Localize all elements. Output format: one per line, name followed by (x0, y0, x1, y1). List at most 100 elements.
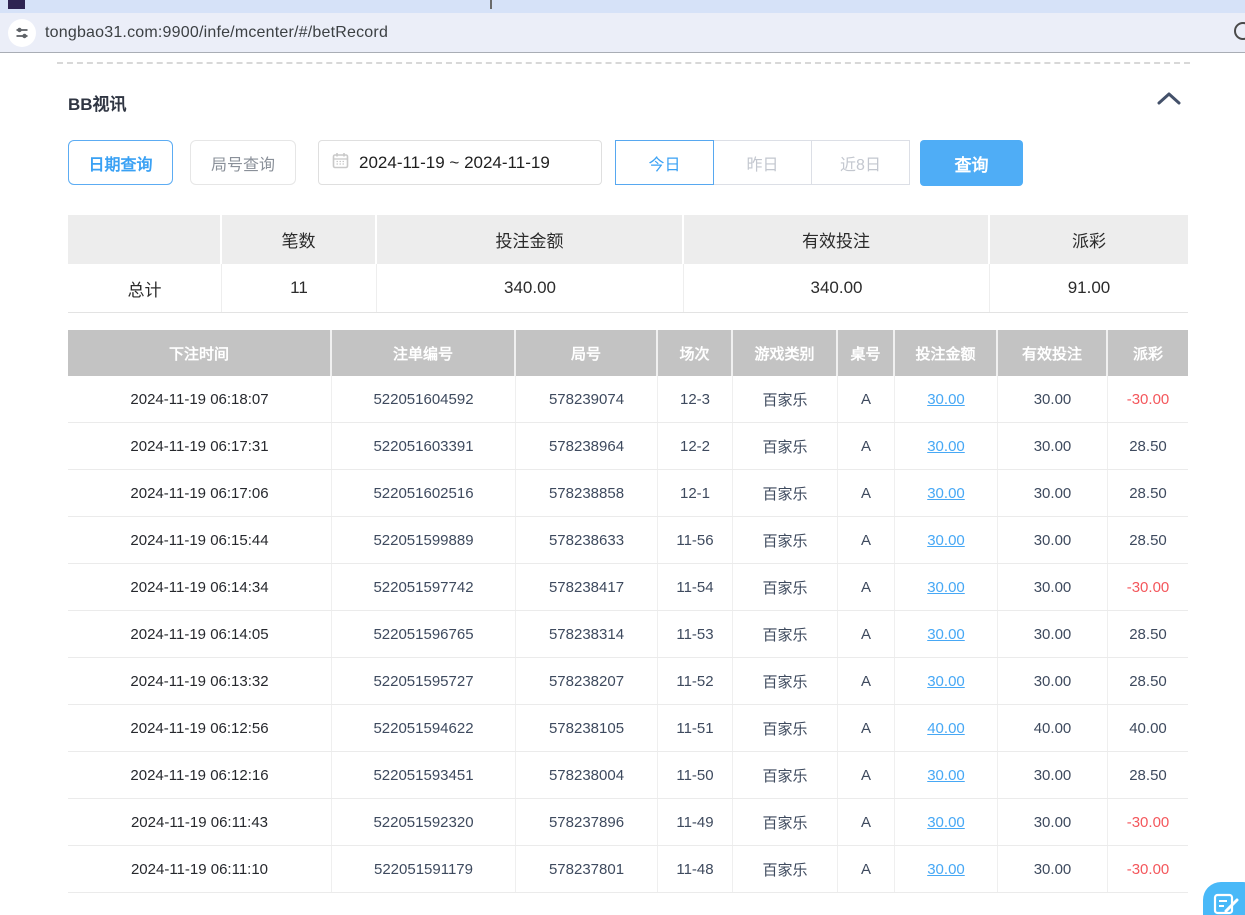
table-row: 2024-11-19 06:12:16522051593451578238004… (68, 752, 1188, 799)
round-no-cell: 578238633 (516, 517, 658, 563)
bet-time-cell: 2024-11-19 06:13:32 (68, 658, 332, 704)
summary-value-cell: 91.00 (990, 264, 1188, 312)
bet-amount-link[interactable]: 30.00 (895, 376, 998, 422)
page-title: BB视讯 (68, 90, 127, 115)
table-row: 2024-11-19 06:15:44522051599889578238633… (68, 517, 1188, 564)
bet-time-cell: 2024-11-19 06:15:44 (68, 517, 332, 563)
table-no-cell: A (838, 752, 895, 798)
valid-bet-cell: 30.00 (998, 799, 1108, 845)
session-cell: 11-56 (658, 517, 733, 563)
quick-range-group: 今日昨日近8日 (615, 140, 910, 185)
date-range-picker[interactable]: 2024-11-19 ~ 2024-11-19 (318, 140, 602, 185)
bet-id-cell: 522051593451 (332, 752, 516, 798)
round-no-cell: 578238207 (516, 658, 658, 704)
valid-bet-cell: 40.00 (998, 705, 1108, 751)
game-type-cell: 百家乐 (733, 517, 838, 563)
table-row: 2024-11-19 06:17:06522051602516578238858… (68, 470, 1188, 517)
date-query-button[interactable]: 日期查询 (68, 140, 173, 185)
payout-cell: 40.00 (1108, 705, 1188, 751)
bet-amount-link[interactable]: 30.00 (895, 658, 998, 704)
summary-header-row: 笔数投注金额有效投注派彩 (68, 215, 1188, 264)
summary-value-cell: 340.00 (684, 264, 990, 312)
bet-amount-link[interactable]: 30.00 (895, 470, 998, 516)
table-no-cell: A (838, 376, 895, 422)
bet-amount-link[interactable]: 30.00 (895, 752, 998, 798)
bet-id-cell: 522051596765 (332, 611, 516, 657)
summary-header-cell: 笔数 (222, 215, 377, 264)
payout-cell: 28.50 (1108, 658, 1188, 704)
column-header-payout: 派彩 (1108, 330, 1188, 376)
table-no-cell: A (838, 611, 895, 657)
summary-value-cell: 总计 (68, 264, 222, 312)
game-type-cell: 百家乐 (733, 799, 838, 845)
bet-id-cell: 522051599889 (332, 517, 516, 563)
table-no-cell: A (838, 470, 895, 516)
game-type-cell: 百家乐 (733, 376, 838, 422)
address-bar[interactable]: tongbao31.com:9900/infe/mcenter/#/betRec… (0, 13, 1245, 53)
feedback-widget[interactable] (1203, 882, 1245, 915)
table-row: 2024-11-19 06:17:31522051603391578238964… (68, 423, 1188, 470)
chevron-up-icon (1157, 92, 1181, 110)
valid-bet-cell: 30.00 (998, 470, 1108, 516)
game-type-cell: 百家乐 (733, 846, 838, 892)
bet-amount-link[interactable]: 30.00 (895, 846, 998, 892)
game-type-cell: 百家乐 (733, 423, 838, 469)
payout-cell: -30.00 (1108, 799, 1188, 845)
quick-range-today-active[interactable]: 今日 (615, 140, 714, 185)
game-type-cell: 百家乐 (733, 611, 838, 657)
summary-header-cell: 派彩 (990, 215, 1188, 264)
address-bar-right-icon[interactable] (1234, 22, 1245, 40)
valid-bet-cell: 30.00 (998, 658, 1108, 704)
table-no-cell: A (838, 846, 895, 892)
session-cell: 11-52 (658, 658, 733, 704)
bet-time-cell: 2024-11-19 06:14:34 (68, 564, 332, 610)
round-query-button[interactable]: 局号查询 (190, 140, 296, 185)
valid-bet-cell: 30.00 (998, 846, 1108, 892)
table-row: 2024-11-19 06:14:05522051596765578238314… (68, 611, 1188, 658)
session-cell: 12-2 (658, 423, 733, 469)
collapse-button[interactable] (1152, 88, 1186, 114)
column-header-session: 场次 (658, 330, 733, 376)
bet-amount-link[interactable]: 30.00 (895, 517, 998, 563)
browser-tab-strip (0, 0, 1245, 13)
bet-time-cell: 2024-11-19 06:11:10 (68, 846, 332, 892)
bet-time-cell: 2024-11-19 06:11:43 (68, 799, 332, 845)
round-no-cell: 578238858 (516, 470, 658, 516)
table-row: 2024-11-19 06:12:56522051594622578238105… (68, 705, 1188, 752)
calendar-icon (332, 152, 349, 174)
bet-amount-link[interactable]: 30.00 (895, 423, 998, 469)
bet-amount-link[interactable]: 30.00 (895, 799, 998, 845)
search-button[interactable]: 查询 (920, 140, 1023, 186)
bet-amount-link[interactable]: 30.00 (895, 611, 998, 657)
table-header-row: 下注时间注单编号局号场次游戏类别桌号投注金额有效投注派彩 (68, 330, 1188, 376)
table-no-cell: A (838, 517, 895, 563)
bet-time-cell: 2024-11-19 06:18:07 (68, 376, 332, 422)
column-header-valid-bet: 有效投注 (998, 330, 1108, 376)
game-type-cell: 百家乐 (733, 705, 838, 751)
valid-bet-cell: 30.00 (998, 376, 1108, 422)
round-no-cell: 578237801 (516, 846, 658, 892)
round-no-cell: 578237896 (516, 799, 658, 845)
summary-table: 笔数投注金额有效投注派彩 总计11340.00340.0091.00 (68, 215, 1188, 313)
quick-range-option[interactable]: 近8日 (811, 140, 910, 185)
session-cell: 12-1 (658, 470, 733, 516)
bet-time-cell: 2024-11-19 06:14:05 (68, 611, 332, 657)
bet-record-table: 下注时间注单编号局号场次游戏类别桌号投注金额有效投注派彩 2024-11-19 … (68, 330, 1188, 893)
bet-amount-link[interactable]: 30.00 (895, 564, 998, 610)
quick-range-option[interactable]: 昨日 (713, 140, 812, 185)
site-settings-icon[interactable] (8, 19, 36, 47)
session-cell: 11-51 (658, 705, 733, 751)
payout-cell: -30.00 (1108, 564, 1188, 610)
summary-header-cell: 有效投注 (684, 215, 990, 264)
payout-cell: -30.00 (1108, 846, 1188, 892)
url-text[interactable]: tongbao31.com:9900/infe/mcenter/#/betRec… (45, 24, 388, 42)
table-row: 2024-11-19 06:13:32522051595727578238207… (68, 658, 1188, 705)
bet-id-cell: 522051597742 (332, 564, 516, 610)
bet-time-cell: 2024-11-19 06:17:31 (68, 423, 332, 469)
payout-cell: 28.50 (1108, 611, 1188, 657)
bet-amount-link[interactable]: 40.00 (895, 705, 998, 751)
table-no-cell: A (838, 564, 895, 610)
column-header-bet-amount: 投注金额 (895, 330, 998, 376)
payout-cell: -30.00 (1108, 376, 1188, 422)
summary-total-row: 总计11340.00340.0091.00 (68, 264, 1188, 313)
